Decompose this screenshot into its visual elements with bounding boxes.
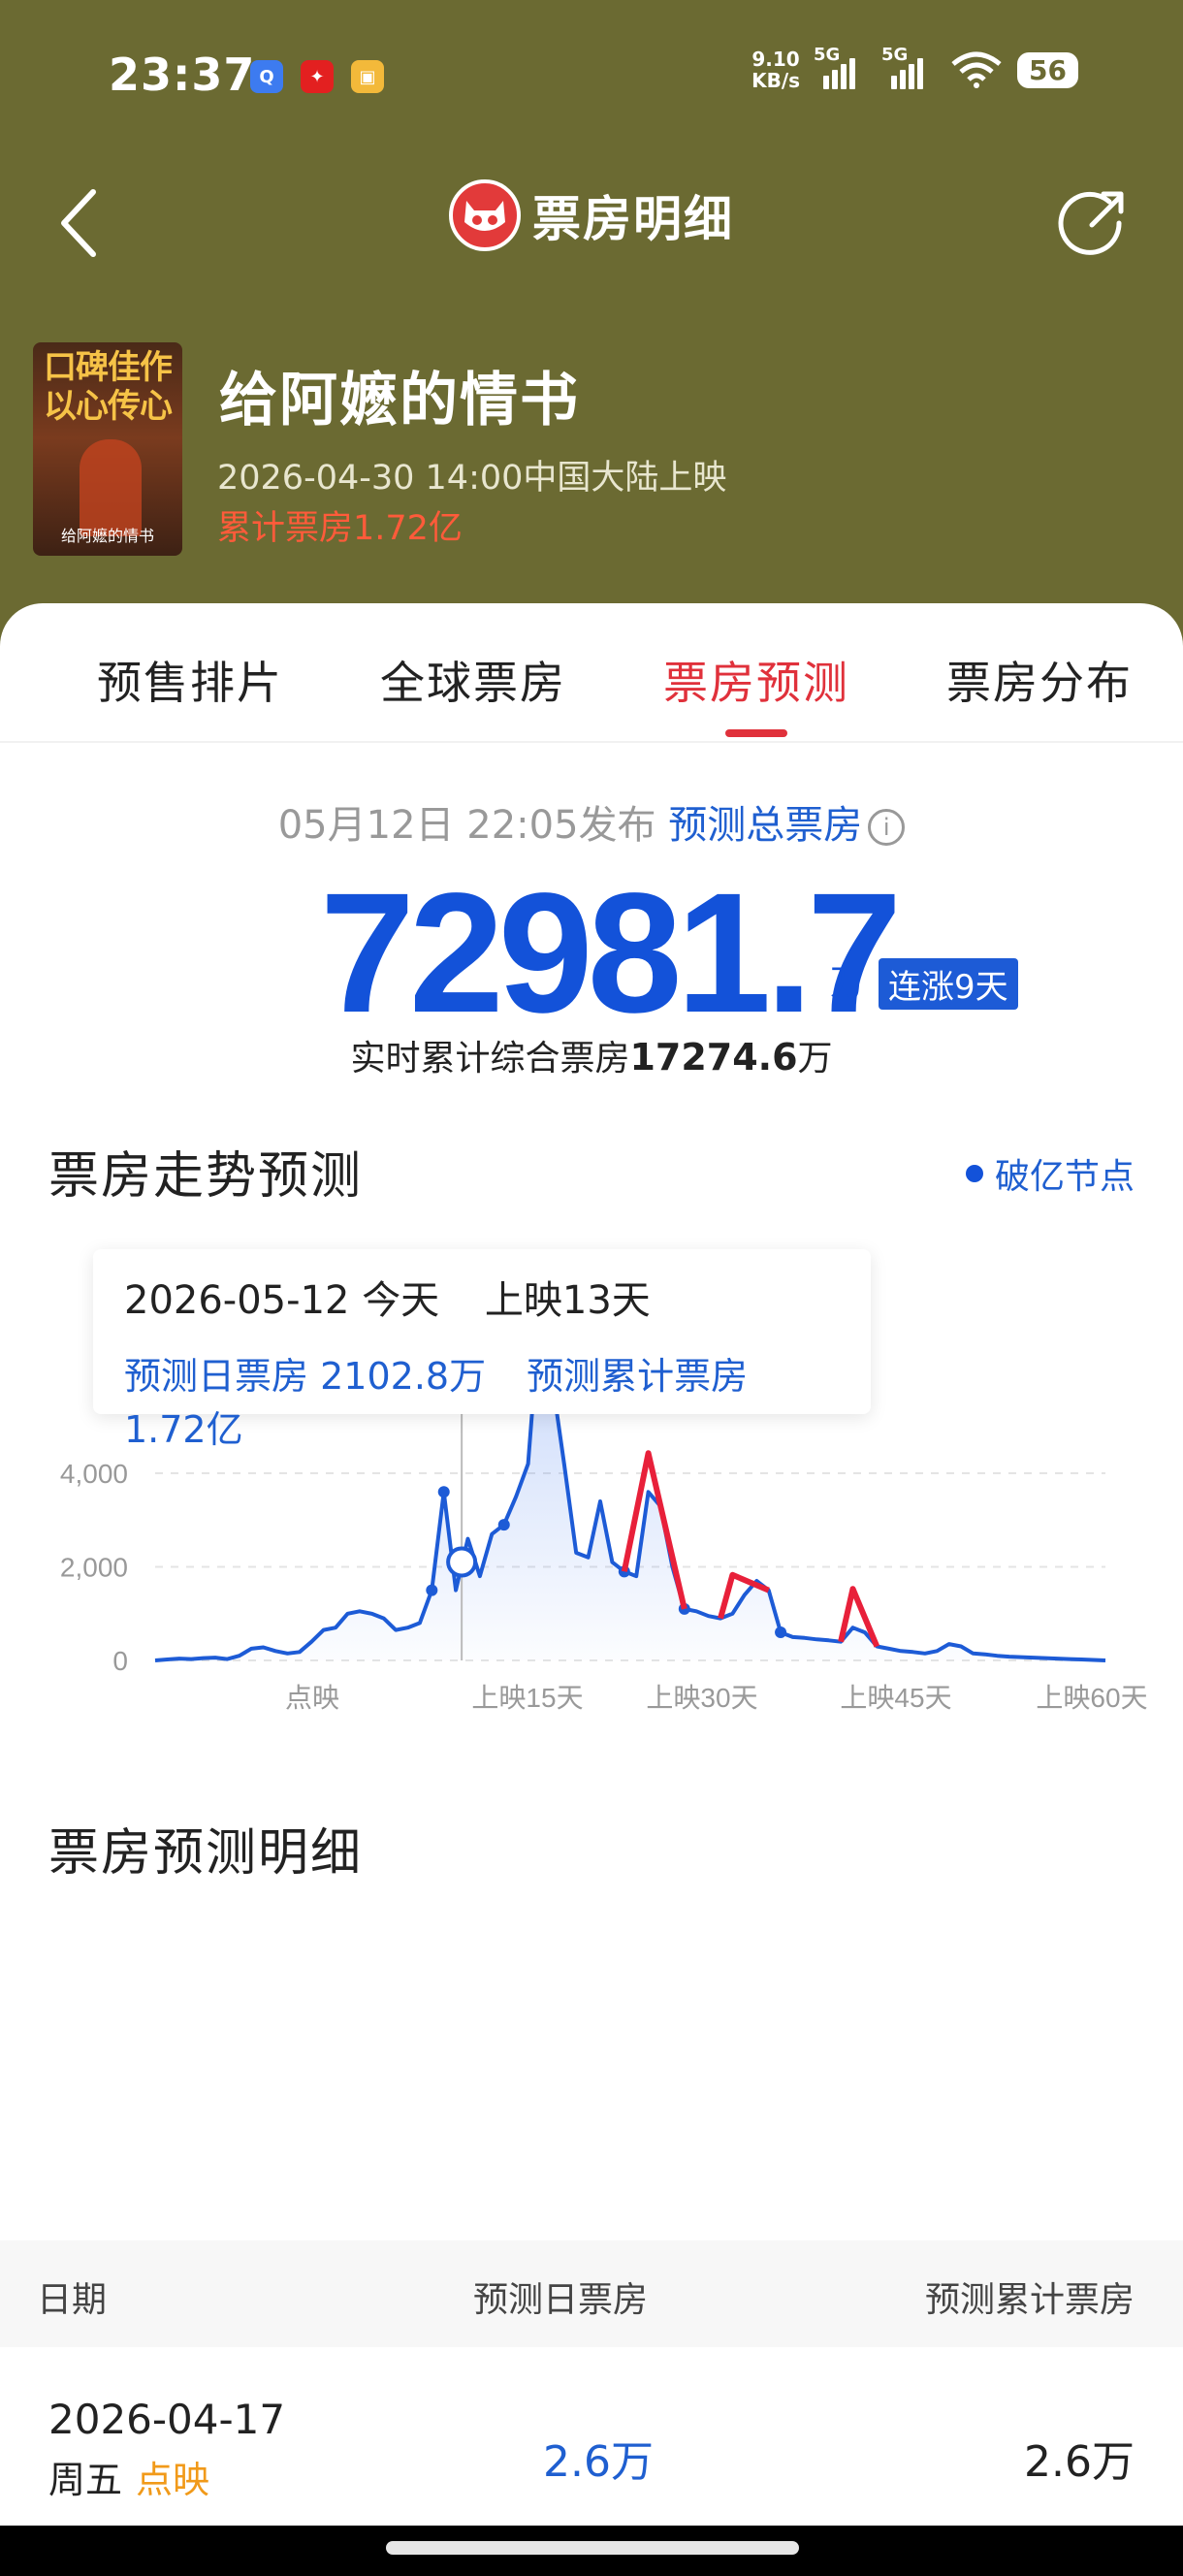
row-cumulative-gross: 2.6万 (1024, 2437, 1135, 2487)
selected-point (446, 1546, 478, 1578)
row-daily-gross: 2.6万 (543, 2437, 654, 2487)
status-indicators: 9.10 KB/s 5G 5G 56 (751, 45, 1078, 92)
cat-logo-icon (449, 179, 521, 251)
y-tick-label: 0 (112, 1646, 128, 1676)
y-tick-label: 4,000 (60, 1459, 128, 1489)
x-tick-label: 上映30天 (646, 1683, 757, 1713)
streak-badge: 连涨9天 (879, 958, 1018, 1010)
data-point (497, 1519, 510, 1531)
x-tick-label: 上映45天 (840, 1683, 951, 1713)
x-tick-label: 上映60天 (1036, 1683, 1147, 1713)
tooltip-daily-label: 预测日票房 (124, 1355, 309, 1398)
data-point (426, 1584, 438, 1596)
tooltip-cum-value: 1.72亿 (124, 1408, 243, 1451)
signal-icon: 5G (814, 45, 868, 89)
poster-figure (80, 439, 142, 536)
home-indicator[interactable] (386, 2541, 799, 2555)
tooltip-cum-label: 预测累计票房 (527, 1355, 749, 1398)
tab-distribution[interactable]: 票房分布 (946, 648, 1133, 712)
tab-global[interactable]: 全球票房 (380, 648, 566, 712)
tab-presale[interactable]: 预售排片 (97, 648, 283, 712)
movie-poster[interactable]: 口碑佳作以心传心 给阿嬷的情书 (33, 342, 182, 556)
column-date: 日期 (37, 2280, 108, 2320)
row-date: 2026-04-17 (48, 2396, 286, 2443)
column-cumulative: 预测累计票房 (924, 2280, 1135, 2320)
nav-title-bar: 票房明细 (0, 179, 1183, 251)
x-tick-label: 点映 (285, 1683, 339, 1713)
info-icon[interactable]: i (868, 809, 906, 846)
notification-app-icon: Q (250, 60, 283, 93)
wifi-icon (951, 51, 1002, 88)
tab-forecast[interactable]: 票房预测 (663, 648, 849, 712)
realtime-gross: 实时累计综合票房17274.6万 (350, 1036, 833, 1079)
signal-icon: 5G (881, 45, 936, 89)
table-row: 2026-04-17 周五 点映 2.6万 2.6万 (0, 2347, 1183, 2541)
network-speed: 9.10 KB/s (751, 48, 801, 92)
page-title: 票房明细 (532, 191, 734, 247)
y-tick-label: 2,000 (60, 1553, 128, 1583)
trend-section-title: 票房走势预测 (48, 1147, 364, 1206)
row-weekday: 周五 点映 (48, 2459, 210, 2501)
share-icon[interactable] (1055, 184, 1133, 262)
forecast-total-value: 72981.7 (320, 858, 902, 1048)
status-bar: 23:37 Q ✦ ▣ 9.10 KB/s 5G 5G 56 (0, 0, 1183, 145)
poster-slogan: 口碑佳作以心传心 (44, 348, 173, 426)
data-point (775, 1626, 787, 1639)
detail-section-title: 票房预测明细 (48, 1824, 364, 1883)
detail-table-header: 日期 预测日票房 预测累计票房 (0, 2240, 1183, 2347)
x-tick-label: 上映15天 (471, 1683, 583, 1713)
active-tab-indicator (725, 729, 787, 737)
divider (0, 741, 1183, 743)
forecast-total-unit: 万 (830, 963, 866, 1003)
publish-time: 05月12日 22:05发布 (277, 803, 656, 848)
tooltip-date: 2026-05-12 (124, 1278, 350, 1323)
movie-title: 给阿嬷的情书 (219, 367, 580, 435)
tab-bar: 预售排片 全球票房 票房预测 票房分布 (0, 603, 1183, 743)
tooltip-day-count: 上映13天 (484, 1278, 651, 1323)
message-icon: ▣ (351, 60, 384, 93)
tooltip-daily-value: 2102.8万 (320, 1355, 487, 1398)
tooltip-today: 今天 (362, 1278, 440, 1323)
movie-release-date: 2026-04-30 14:00中国大陆上映 (217, 459, 727, 498)
battery-indicator: 56 (1017, 51, 1078, 88)
status-time: 23:37 (109, 48, 256, 101)
data-point (437, 1486, 450, 1498)
poster-title: 给阿嬷的情书 (60, 527, 154, 545)
movie-total-gross: 累计票房1.72亿 (217, 509, 463, 548)
chart-tooltip: 2026-05-12 今天 上映13天 预测日票房 2102.8万 预测累计票房… (93, 1249, 871, 1451)
notification-icons: Q ✦ ▣ (250, 60, 384, 93)
trend-chart[interactable]: 8,0006,0004,0002,0000点映上映15天上映30天上映45天上映… (0, 1408, 1183, 2087)
legend-milestone[interactable]: 破亿节点 (965, 1148, 1135, 1199)
preview-tag: 点映 (136, 2459, 210, 2501)
forecast-total-label: 预测总票房 (668, 803, 863, 848)
column-daily: 预测日票房 (473, 2280, 649, 2320)
forecast-publish-info: 05月12日 22:05发布 预测总票房 i (0, 793, 1183, 850)
content-card: 预售排片 全球票房 票房预测 票房分布 05月12日 22:05发布 预测总票房… (0, 603, 1183, 2576)
notification-app-icon: ✦ (301, 60, 334, 93)
legend-dot-icon (965, 1165, 983, 1182)
